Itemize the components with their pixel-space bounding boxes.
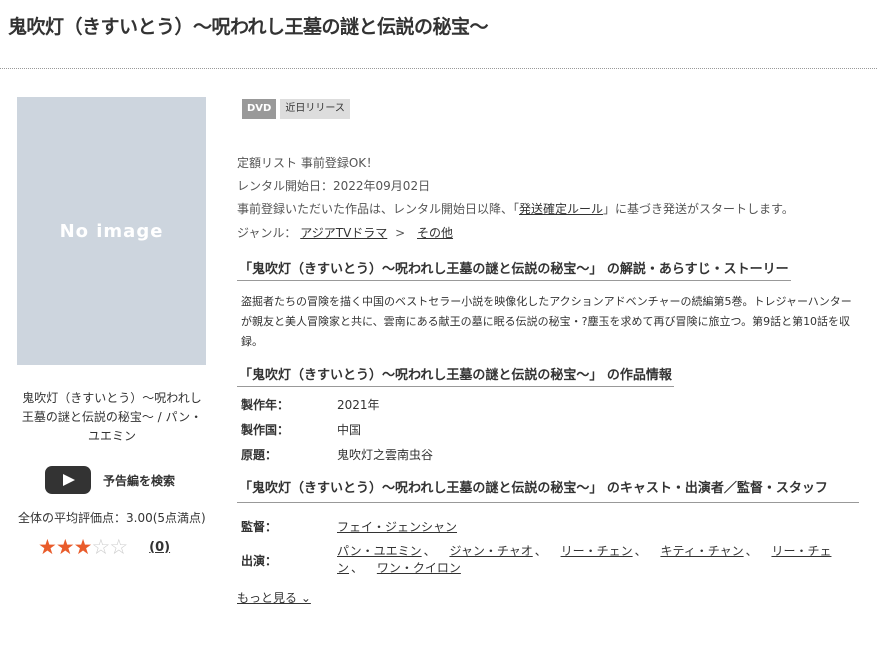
left-column: No image 鬼吹灯（きすいとう）～呪われし王墓の謎と伝説の秘宝～ / パン… <box>17 97 207 559</box>
average-rating-label: 全体の平均評価点：3.00(5点満点) <box>18 511 206 525</box>
cast-member-link[interactable]: ワン・クイロン <box>377 561 461 575</box>
director-link[interactable]: フェイ・ジェンシャン <box>337 517 457 537</box>
shipping-rule-link[interactable]: 発送確定ルール <box>519 202 603 216</box>
director-label: 監督： <box>241 520 278 534</box>
rental-start-date: レンタル開始日：2022年09月02日 <box>237 179 431 193</box>
cast-member-link[interactable]: リー・チェン <box>561 544 633 558</box>
release-status-badge: 近日リリース <box>280 99 350 119</box>
right-column: DVD 近日リリース 定額リスト 事前登録OK！ レンタル開始日：2022年09… <box>237 99 859 606</box>
cover-image-placeholder: No image <box>17 97 206 365</box>
star-icon: ★ <box>55 535 75 559</box>
format-badge: DVD <box>242 99 277 119</box>
director-row: 監督： フェイ・ジェンシャン <box>237 517 859 537</box>
show-more-link[interactable]: もっと見る ⌄ <box>237 591 311 605</box>
genre-link-asia-tv-drama[interactable]: アジアTVドラマ <box>300 226 387 240</box>
badge-row: DVD 近日リリース <box>242 99 859 119</box>
cast-member-link[interactable]: パン・ユエミン <box>337 544 422 558</box>
shipping-note: 事前登録いただいた作品は、レンタル開始日以降、「発送確定ルール」に基づき発送がス… <box>237 202 794 216</box>
work-info-table: 製作年： 2021年 製作国： 中国 原題： 鬼吹灯之雲南虫谷 <box>237 393 859 468</box>
genre-breadcrumb: ジャンル： アジアTVドラマ > その他 <box>237 221 859 245</box>
rating-row: ★★★☆☆ (0) <box>17 535 207 559</box>
cover-title: 鬼吹灯（きすいとう）～呪われし王墓の謎と伝説の秘宝～ / パン・ユエミン <box>21 391 203 443</box>
trailer-search-label: 予告編を検索 <box>103 473 176 488</box>
cast-row: 出演： パン・ユエミン、 ジャン・チャオ、 リー・チェン、 キティ・チャン、 リ… <box>237 543 859 577</box>
cast-list: パン・ユエミン、 ジャン・チャオ、 リー・チェン、 キティ・チャン、 リー・チェ… <box>337 544 832 575</box>
play-icon <box>45 466 91 494</box>
rental-info: 定額リスト 事前登録OK！ レンタル開始日：2022年09月02日 事前登録いた… <box>237 152 859 245</box>
cast-member-link[interactable]: キティ・チャン <box>660 544 743 558</box>
show-more-row: もっと見る ⌄ <box>237 589 859 606</box>
genre-link-other[interactable]: その他 <box>417 226 453 240</box>
review-count-link[interactable]: (0) <box>149 540 170 555</box>
work-info-row: 製作年： 2021年 <box>241 398 380 412</box>
synopsis-text: 盗掘者たちの冒険を描く中国のベストセラー小説を映像化したアクションアドベンチャー… <box>241 295 852 348</box>
star-icon: ★ <box>38 535 57 559</box>
star-icon: ★ <box>73 535 93 559</box>
star-rating: ★★★☆☆ <box>38 535 128 559</box>
work-info-row: 原題： 鬼吹灯之雲南虫谷 <box>241 448 434 462</box>
page-title: 鬼吹灯（きすいとう）～呪われし王墓の謎と伝説の秘宝～ <box>8 16 489 38</box>
subscription-note: 定額リスト 事前登録OK！ <box>237 156 379 170</box>
star-empty-icon: ☆ <box>91 535 110 559</box>
genre-label: ジャンル： <box>237 226 297 240</box>
star-empty-icon: ☆ <box>109 535 128 559</box>
trailer-search-button[interactable]: 予告編を検索 <box>17 466 207 494</box>
synopsis-heading: 「鬼吹灯（きすいとう）～呪われし王墓の謎と伝説の秘宝～」 の解説・あらすじ・スト… <box>237 258 791 281</box>
header-divider <box>0 68 877 69</box>
work-info-row: 製作国： 中国 <box>241 423 362 437</box>
work-info-heading: 「鬼吹灯（きすいとう）～呪われし王墓の謎と伝説の秘宝～」 の作品情報 <box>237 364 674 387</box>
cast-member-link[interactable]: ジャン・チャオ <box>449 544 532 558</box>
genre-separator: > <box>395 226 406 240</box>
cast-heading: 「鬼吹灯（きすいとう）～呪われし王墓の謎と伝説の秘宝～」 のキャスト・出演者／監… <box>237 478 859 503</box>
cast-label: 出演： <box>241 553 278 568</box>
